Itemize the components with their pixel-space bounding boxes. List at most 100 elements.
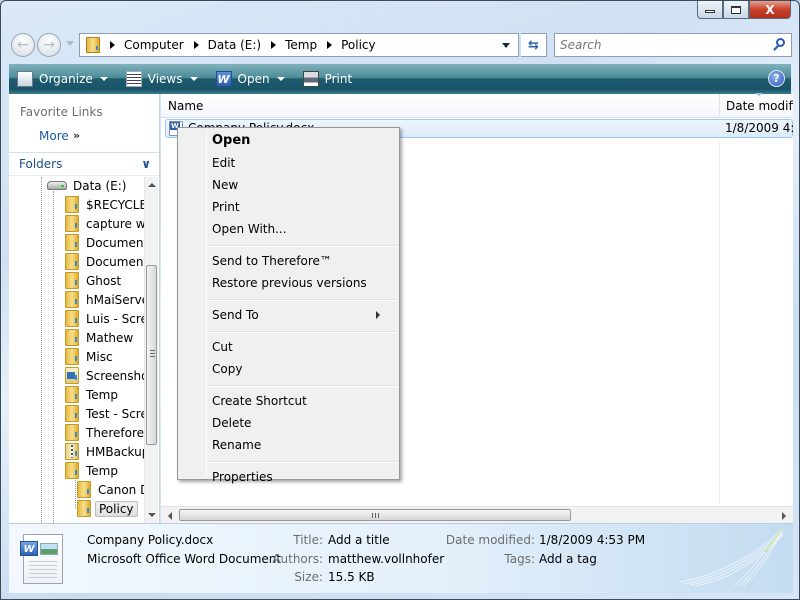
chevron-down-icon[interactable]: ∨ bbox=[141, 157, 151, 171]
folders-header[interactable]: Folders ∨ bbox=[9, 152, 159, 176]
size-label: Size: bbox=[294, 570, 323, 584]
forward-arrow-icon: → bbox=[43, 37, 55, 53]
details-file-name: Company Policy.docx bbox=[87, 533, 214, 547]
scroll-up-icon[interactable] bbox=[148, 183, 156, 187]
menu-item-restore-previous-versions[interactable]: Restore previous versions bbox=[212, 273, 392, 293]
tree-item-label: hMaiServer bbox=[86, 292, 145, 307]
tags-value[interactable]: Add a tag bbox=[539, 552, 597, 566]
tree-item[interactable]: hMaiServer bbox=[65, 290, 145, 309]
maximize-button[interactable] bbox=[723, 1, 749, 19]
date-modified-value[interactable]: 1/8/2009 4:53 PM bbox=[539, 533, 645, 547]
chevron-down-icon[interactable] bbox=[189, 77, 198, 81]
column-headers: Name Date modified bbox=[161, 93, 793, 118]
minimize-button[interactable] bbox=[697, 1, 723, 19]
folder-icon bbox=[65, 367, 79, 384]
column-divider[interactable] bbox=[719, 94, 720, 118]
tree-item[interactable]: Mathew bbox=[65, 328, 133, 347]
scroll-right-icon[interactable] bbox=[782, 512, 786, 520]
breadcrumb-policy[interactable]: Policy bbox=[327, 38, 376, 52]
more-link[interactable]: More bbox=[39, 129, 69, 143]
tree-item[interactable]: Misc bbox=[65, 347, 113, 366]
tree-item[interactable]: Policy bbox=[77, 499, 138, 518]
command-toolbar: Organize Views W Open Print ? bbox=[9, 64, 791, 94]
scroll-left-icon[interactable] bbox=[168, 512, 172, 520]
menu-separator bbox=[208, 461, 397, 463]
help-button[interactable]: ? bbox=[768, 70, 785, 87]
open-button[interactable]: W Open bbox=[215, 71, 285, 87]
scroll-down-icon[interactable] bbox=[148, 513, 156, 517]
menu-separator bbox=[208, 331, 397, 333]
menu-item-label: Open With... bbox=[212, 222, 287, 236]
breadcrumb-arrow-icon[interactable] bbox=[327, 41, 333, 49]
tree-item[interactable]: Screenshots bbox=[65, 366, 145, 385]
breadcrumb-computer[interactable]: Computer bbox=[110, 38, 184, 52]
breadcrumb-label[interactable]: Data (E:) bbox=[208, 38, 261, 52]
folder-icon bbox=[65, 462, 79, 479]
organize-button[interactable]: Organize bbox=[17, 71, 108, 87]
search-input[interactable] bbox=[560, 38, 760, 52]
tree-item-label: Ghost bbox=[86, 273, 122, 288]
authors-value[interactable]: matthew.vollnhofer bbox=[328, 552, 444, 566]
recent-pages-dropdown[interactable] bbox=[66, 41, 74, 46]
address-bar[interactable]: Computer Data (E:) Temp Policy bbox=[79, 33, 519, 57]
menu-item-send-to-therefore[interactable]: Send to Therefore™ bbox=[212, 251, 392, 271]
breadcrumb-data-drive[interactable]: Data (E:) bbox=[193, 38, 261, 52]
tree-item[interactable]: Luis - Scree bbox=[65, 309, 145, 328]
breadcrumb-label[interactable]: Temp bbox=[285, 38, 317, 52]
address-history-dropdown-icon[interactable] bbox=[502, 43, 510, 48]
menu-item-send-to[interactable]: Send To bbox=[212, 305, 392, 325]
column-header-date-modified[interactable]: Date modified bbox=[726, 99, 793, 113]
folder-tree-scrollbar[interactable] bbox=[144, 177, 158, 523]
tree-item[interactable]: Ghost bbox=[65, 271, 121, 290]
menu-item-create-shortcut[interactable]: Create Shortcut bbox=[212, 391, 392, 411]
column-header-name[interactable]: Name bbox=[168, 99, 203, 113]
menu-item-rename[interactable]: Rename bbox=[212, 435, 392, 455]
double-chevron-icon[interactable]: » bbox=[73, 129, 80, 142]
folder-icon bbox=[65, 253, 79, 270]
menu-item-new[interactable]: New bbox=[212, 175, 392, 195]
menu-item-properties[interactable]: Properties bbox=[212, 467, 392, 487]
scroll-thumb[interactable] bbox=[179, 509, 571, 521]
tree-item[interactable]: Test - Scree bbox=[65, 404, 145, 423]
breadcrumb-label[interactable]: Computer bbox=[124, 38, 184, 52]
file-list-horizontal-scrollbar[interactable] bbox=[161, 506, 793, 523]
file-date-modified: 1/8/2009 4:53 bbox=[725, 121, 793, 135]
breadcrumb-arrow-icon[interactable] bbox=[193, 41, 199, 49]
back-button[interactable]: ← bbox=[11, 33, 35, 57]
tree-item[interactable]: $RECYCLE.BIN bbox=[65, 195, 145, 214]
tree-item[interactable]: capture wo bbox=[65, 214, 145, 233]
menu-item-delete[interactable]: Delete bbox=[212, 413, 392, 433]
tree-item[interactable]: Temp bbox=[65, 461, 118, 480]
tree-item[interactable]: Canon De bbox=[77, 480, 145, 499]
search-icon[interactable] bbox=[776, 38, 785, 47]
menu-item-open-with[interactable]: Open With... bbox=[212, 219, 392, 239]
menu-item-copy[interactable]: Copy bbox=[212, 359, 392, 379]
menu-item-print[interactable]: Print bbox=[212, 197, 392, 217]
tree-item[interactable]: HMBackup bbox=[65, 442, 145, 461]
tree-item[interactable]: Document bbox=[65, 233, 145, 252]
print-button[interactable]: Print bbox=[302, 71, 352, 87]
text-lines-icon bbox=[29, 561, 57, 579]
breadcrumb-arrow-icon[interactable] bbox=[271, 41, 277, 49]
menu-item-open[interactable]: Open bbox=[212, 131, 392, 151]
scroll-thumb[interactable] bbox=[146, 265, 157, 445]
chevron-down-icon[interactable] bbox=[276, 77, 285, 81]
tree-item[interactable]: Data (E:) bbox=[47, 177, 126, 195]
tree-item[interactable]: Temp bbox=[65, 385, 118, 404]
tree-item[interactable]: Documents bbox=[65, 252, 145, 271]
close-button[interactable]: X bbox=[749, 1, 791, 19]
menu-item-label: Restore previous versions bbox=[212, 276, 367, 290]
breadcrumb-temp[interactable]: Temp bbox=[271, 38, 317, 52]
title-value[interactable]: Add a title bbox=[328, 533, 390, 547]
views-button[interactable]: Views bbox=[125, 71, 198, 87]
breadcrumb-label[interactable]: Policy bbox=[341, 38, 376, 52]
tree-item[interactable]: Therefore S bbox=[65, 423, 145, 442]
search-box[interactable] bbox=[554, 33, 792, 57]
breadcrumb-arrow-icon[interactable] bbox=[110, 41, 115, 49]
column-line bbox=[719, 139, 720, 504]
menu-item-edit[interactable]: Edit bbox=[212, 153, 392, 173]
refresh-button[interactable]: ⇆ bbox=[521, 33, 547, 57]
forward-button[interactable]: → bbox=[37, 33, 61, 57]
menu-item-label: Open bbox=[212, 133, 251, 148]
menu-item-cut[interactable]: Cut bbox=[212, 337, 392, 357]
